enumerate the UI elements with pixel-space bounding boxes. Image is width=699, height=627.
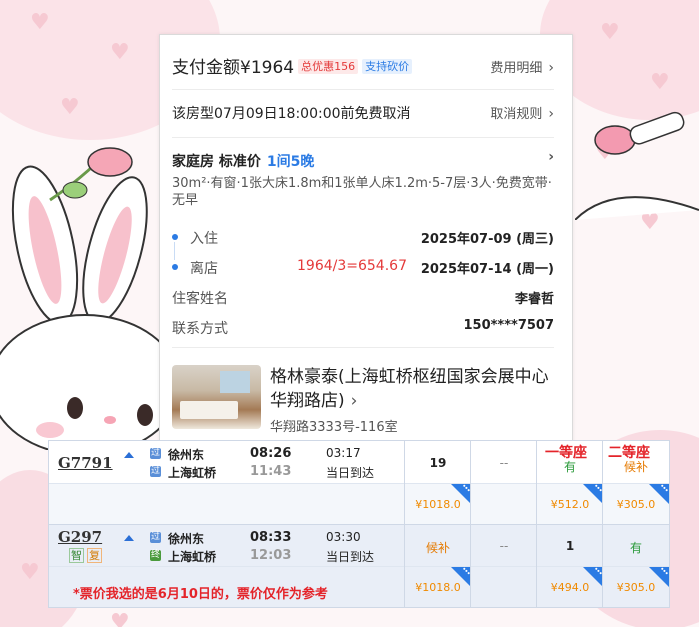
business-seat-count: 19 — [429, 456, 447, 470]
train-number[interactable]: G7791 — [58, 454, 113, 472]
flower-icon — [49, 147, 133, 202]
heart-icon: ♥ — [600, 20, 620, 45]
other-seat-status: -- — [499, 456, 509, 470]
hotel-name-link[interactable]: 格林豪泰(上海虹桥枢纽国家会展中心华翔路店) › — [270, 365, 560, 413]
guest-row: 住客姓名 李睿哲 — [172, 288, 554, 308]
guest-label: 住客姓名 — [172, 291, 228, 307]
column-divider — [536, 441, 537, 607]
chevron-right-icon: › — [548, 106, 554, 122]
room-nights: 1间5晚 — [266, 154, 315, 170]
booking-card: 支付金额¥1964 总优惠156 支持砍价 费用明细 › 该房型07月09日18:00… — [159, 34, 573, 446]
guest-name: 李睿哲 — [514, 292, 554, 307]
price-corner-icon[interactable] — [649, 484, 669, 504]
price-corner-icon[interactable] — [451, 567, 471, 587]
room-row[interactable]: 家庭房 标准价 1间5晚 › — [172, 149, 554, 171]
triangle-up-icon — [124, 452, 134, 458]
haggle-badge[interactable]: 支持砍价 — [362, 59, 413, 74]
arrive-time: 12:03 — [250, 548, 292, 563]
divider — [172, 137, 554, 138]
price-corner-icon[interactable] — [583, 567, 603, 587]
heart-icon: ♥ — [110, 610, 130, 627]
room-name: 家庭房 标准价 — [172, 154, 261, 170]
fuxing-badge: 复 — [87, 548, 102, 563]
pass-station-tag: 过 — [150, 448, 161, 459]
checkin-label: 入住 — [190, 231, 218, 247]
heart-icon: ♥ — [650, 70, 670, 95]
checkout-row: 离店 1964/3=654.67 2025年07-14 (周一) — [172, 258, 554, 278]
duration: 03:17 — [326, 446, 361, 460]
contact-label: 联系方式 — [172, 321, 228, 337]
hotel-photo[interactable] — [172, 365, 261, 429]
smart-train-badge: 智 — [69, 548, 84, 563]
column-divider — [404, 441, 405, 607]
depart-time: 08:26 — [250, 446, 292, 461]
duration: 03:30 — [326, 530, 361, 544]
heart-icon: ♥ — [60, 95, 80, 120]
terminal-station-tag: 终 — [150, 550, 161, 561]
pass-station-tag: 过 — [150, 532, 161, 543]
second-class-status: 有 — [629, 541, 642, 555]
heart-icon: ♥ — [110, 40, 130, 65]
payment-amount: 支付金额¥1964 — [172, 58, 295, 78]
table-row: ¥1018.0 ¥512.0 ¥305.0 — [49, 484, 669, 525]
checkout-date: 2025年07-14 (周一) — [420, 262, 554, 277]
checkin-date: 2025年07-09 (周三) — [420, 232, 554, 247]
price-corner-icon[interactable] — [451, 484, 471, 504]
chevron-right-icon: › — [350, 391, 358, 411]
first-class-count: 1 — [565, 539, 575, 553]
chevron-right-icon: › — [548, 149, 554, 165]
pass-station-tag: 过 — [150, 466, 161, 477]
train-ticket-table: G7791 过 徐州东 过 上海虹桥 08:26 11:43 03:17 当日到… — [48, 440, 670, 608]
contact-value: 150****7507 — [463, 318, 554, 333]
table-row[interactable]: G297 智 复 过 徐州东 终 上海虹桥 08:33 12:03 03:30 … — [49, 525, 669, 567]
price-corner-icon[interactable] — [583, 484, 603, 504]
depart-time: 08:33 — [250, 530, 292, 545]
discount-badge: 总优惠156 — [298, 59, 359, 74]
divider — [172, 89, 554, 90]
timeline-dot — [172, 234, 178, 240]
column-divider — [470, 441, 471, 607]
arrive-day: 当日到达 — [326, 550, 375, 564]
checkin-row: 入住 2025年07-09 (周三) — [172, 228, 554, 248]
price-calc-note: 1964/3=654.67 — [297, 258, 407, 274]
chevron-right-icon: › — [548, 60, 554, 76]
fee-detail-label: 费用明细 — [490, 61, 543, 76]
room-description: 30m²·有窗·1张大床1.8m和1张单人床1.2m·5-7层·3人·免费宽带·… — [172, 176, 552, 208]
arrive-time: 11:43 — [250, 464, 292, 479]
cancel-rule-link[interactable]: 取消规则 › — [490, 103, 554, 122]
fee-detail-link[interactable]: 费用明细 › — [490, 57, 554, 76]
to-station: 上海虹桥 — [168, 466, 217, 480]
divider — [172, 347, 554, 348]
cancel-rule-label: 取消规则 — [490, 107, 543, 122]
other-seat-status: -- — [499, 539, 509, 553]
timeline-dot — [172, 264, 178, 270]
cancel-policy-text: 该房型07月09日18:00:00前免费取消 — [172, 106, 411, 122]
to-station: 上海虹桥 — [168, 550, 217, 564]
cancel-policy-row: 该房型07月09日18:00:00前免费取消 取消规则 › — [172, 103, 554, 123]
business-seat-status: 候补 — [425, 541, 450, 555]
heart-icon: ♥ — [20, 560, 40, 585]
payment-row: 支付金额¥1964 总优惠156 支持砍价 费用明细 › — [172, 53, 554, 78]
table-row[interactable]: G7791 过 徐州东 过 上海虹桥 08:26 11:43 03:17 当日到… — [49, 441, 669, 484]
arrive-day: 当日到达 — [326, 466, 375, 480]
hotel-name: 格林豪泰(上海虹桥枢纽国家会展中心华翔路店) — [270, 367, 549, 411]
heart-icon: ♥ — [30, 10, 50, 35]
from-station: 徐州东 — [168, 532, 205, 546]
hotel-address: 华翔路3333号-116室 — [270, 420, 398, 435]
price-note: *票价我选的是6月10日的，票价仅作为参考 — [73, 587, 328, 602]
checkout-label: 离店 — [190, 261, 218, 277]
first-class-status: 有 — [563, 460, 576, 474]
second-class-status: 候补 — [623, 460, 648, 474]
train-number[interactable]: G297 — [58, 528, 102, 546]
from-station: 徐州东 — [168, 448, 205, 462]
triangle-up-icon — [124, 535, 134, 541]
candy-icon — [575, 111, 699, 220]
price-corner-icon[interactable] — [649, 567, 669, 587]
column-divider — [602, 441, 603, 607]
contact-row: 联系方式 150****7507 — [172, 318, 554, 338]
